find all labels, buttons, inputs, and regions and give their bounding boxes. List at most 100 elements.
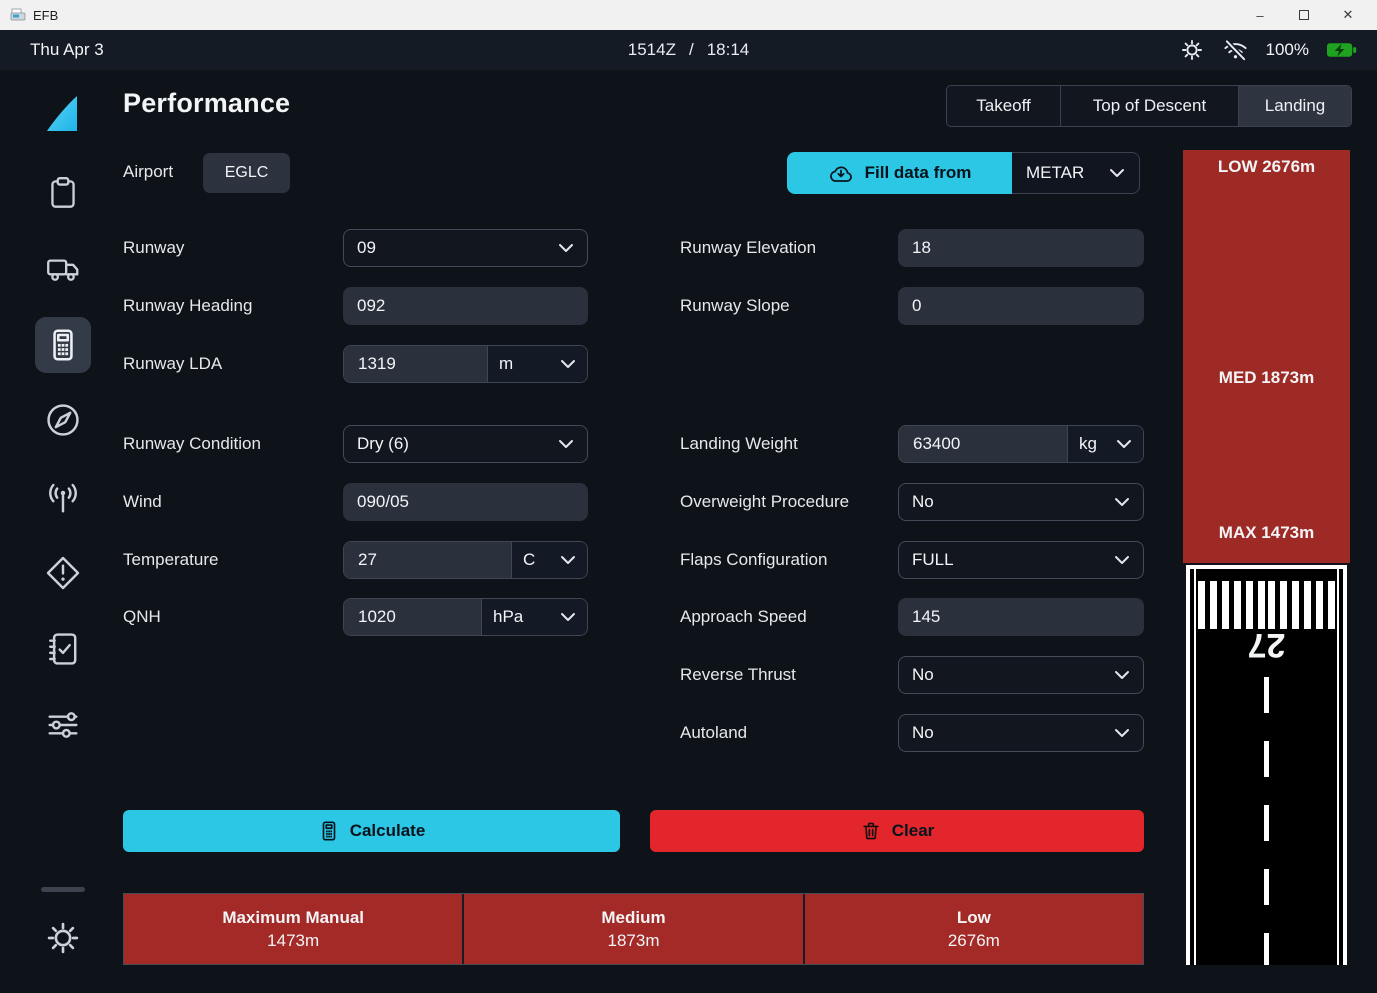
- local-time: 18:14: [707, 40, 750, 60]
- tab-takeoff[interactable]: Takeoff: [947, 86, 1061, 126]
- sidebar-item-compass[interactable]: [43, 400, 83, 440]
- temperature-label: Temperature: [123, 550, 343, 570]
- runway-centerline: [1264, 677, 1269, 965]
- battery-percent: 100%: [1266, 40, 1309, 60]
- chevron-down-icon: [1116, 439, 1132, 449]
- airport-button[interactable]: EGLC: [203, 153, 290, 193]
- runway-diagram: 27: [1186, 565, 1347, 965]
- runway-condition-select[interactable]: Dry (6): [343, 425, 588, 463]
- reverse-thrust-label: Reverse Thrust: [680, 665, 898, 685]
- runway-condition-value: Dry (6): [357, 434, 409, 454]
- temperature-field: 27 C: [343, 541, 588, 579]
- distance-max-label: MAX 1473m: [1183, 523, 1350, 543]
- utc-time: 1514Z: [628, 40, 676, 60]
- landing-weight-unit-select[interactable]: kg: [1067, 426, 1143, 462]
- fill-data-label: Fill data from: [865, 163, 972, 183]
- clear-label: Clear: [892, 821, 935, 841]
- tab-landing[interactable]: Landing: [1239, 86, 1351, 126]
- chevron-down-icon: [560, 555, 576, 565]
- landing-weight-field: 63400 kg: [898, 425, 1144, 463]
- clear-button[interactable]: Clear: [650, 810, 1144, 852]
- qnh-unit-select[interactable]: hPa: [481, 599, 587, 635]
- sidebar-item-antenna[interactable]: [43, 478, 83, 518]
- result-maximum-manual: Maximum Manual 1473m: [124, 894, 462, 964]
- runway-select[interactable]: 09: [343, 229, 588, 267]
- temperature-unit-select[interactable]: C: [511, 542, 587, 578]
- landing-weight-input[interactable]: 63400: [899, 426, 1067, 462]
- fill-data-button[interactable]: Fill data from: [787, 152, 1012, 194]
- result-label: Medium: [601, 908, 665, 928]
- sidebar-item-checklist[interactable]: [43, 629, 83, 669]
- app-logo: [43, 93, 83, 135]
- result-medium: Medium 1873m: [464, 894, 802, 964]
- runway-heading-input[interactable]: 092: [343, 287, 588, 325]
- sidebar-item-settings[interactable]: [43, 918, 83, 958]
- chevron-down-icon: [1114, 555, 1130, 565]
- minimize-button[interactable]: –: [1253, 8, 1267, 23]
- result-value: 1473m: [267, 931, 319, 951]
- approach-speed-value: 145: [912, 607, 940, 627]
- overweight-procedure-select[interactable]: No: [898, 483, 1144, 521]
- window-title: EFB: [33, 8, 58, 23]
- maximize-button[interactable]: [1297, 8, 1311, 23]
- results-bar: Maximum Manual 1473m Medium 1873m Low 26…: [123, 893, 1144, 965]
- reverse-thrust-select[interactable]: No: [898, 656, 1144, 694]
- qnh-value: 1020: [358, 607, 396, 627]
- wind-value: 090/05: [357, 492, 409, 512]
- runway-threshold-stripes: [1198, 581, 1335, 629]
- qnh-unit: hPa: [493, 607, 523, 627]
- runway-elevation-input[interactable]: 18: [898, 229, 1144, 267]
- runway-lda-unit-select[interactable]: m: [487, 346, 587, 382]
- chevron-down-icon: [558, 439, 574, 449]
- sidebar-item-clipboard[interactable]: [44, 174, 82, 212]
- overweight-procedure-value: No: [912, 492, 934, 512]
- wifi-off-icon[interactable]: [1222, 37, 1249, 64]
- autoland-label: Autoland: [680, 723, 898, 743]
- trash-icon: [860, 820, 882, 842]
- runway-slope-input[interactable]: 0: [898, 287, 1144, 325]
- gear-icon[interactable]: [1179, 37, 1205, 63]
- flaps-configuration-select[interactable]: FULL: [898, 541, 1144, 579]
- sidebar-item-truck[interactable]: [43, 249, 83, 287]
- fill-source-select[interactable]: METAR: [1012, 152, 1140, 194]
- calculate-button[interactable]: Calculate: [123, 810, 620, 852]
- page-title: Performance: [123, 88, 290, 119]
- runway-lda-unit: m: [499, 354, 513, 374]
- wind-input[interactable]: 090/05: [343, 483, 588, 521]
- chevron-down-icon: [1114, 728, 1130, 738]
- temperature-value: 27: [358, 550, 377, 570]
- runway-value: 09: [357, 238, 376, 258]
- landing-weight-label: Landing Weight: [680, 434, 898, 454]
- runway-elevation-label: Runway Elevation: [680, 238, 898, 258]
- qnh-input[interactable]: 1020: [344, 599, 481, 635]
- approach-speed-input[interactable]: 145: [898, 598, 1144, 636]
- close-button[interactable]: ✕: [1341, 7, 1355, 23]
- chevron-down-icon: [558, 243, 574, 253]
- runway-lda-input[interactable]: 1319: [344, 346, 487, 382]
- runway-label: Runway: [123, 238, 343, 258]
- temperature-input[interactable]: 27: [344, 542, 511, 578]
- runway-slope-label: Runway Slope: [680, 296, 898, 316]
- sidebar-item-warning[interactable]: [43, 553, 83, 593]
- battery-charging-icon: [1326, 41, 1357, 59]
- result-low: Low 2676m: [805, 894, 1143, 964]
- landing-weight-unit: kg: [1079, 434, 1097, 454]
- autoland-select[interactable]: No: [898, 714, 1144, 752]
- temperature-unit: C: [523, 550, 535, 570]
- landing-distance-panel: LOW 2676m MED 1873m MAX 1473m: [1183, 150, 1350, 563]
- calculator-icon: [44, 326, 82, 364]
- runway-number: 27: [1190, 625, 1343, 664]
- app-icon: [10, 8, 26, 22]
- calculate-label: Calculate: [350, 821, 426, 841]
- autoland-value: No: [912, 723, 934, 743]
- sidebar-item-calculator-active[interactable]: [35, 317, 91, 373]
- result-label: Low: [957, 908, 991, 928]
- qnh-label: QNH: [123, 607, 343, 627]
- runway-lda-label: Runway LDA: [123, 354, 343, 374]
- tab-top-of-descent[interactable]: Top of Descent: [1061, 86, 1239, 126]
- landing-weight-value: 63400: [913, 434, 960, 454]
- clock-separator: /: [689, 40, 694, 60]
- chevron-down-icon: [560, 612, 576, 622]
- distance-med-label: MED 1873m: [1183, 368, 1350, 388]
- sidebar-item-sliders[interactable]: [42, 705, 84, 745]
